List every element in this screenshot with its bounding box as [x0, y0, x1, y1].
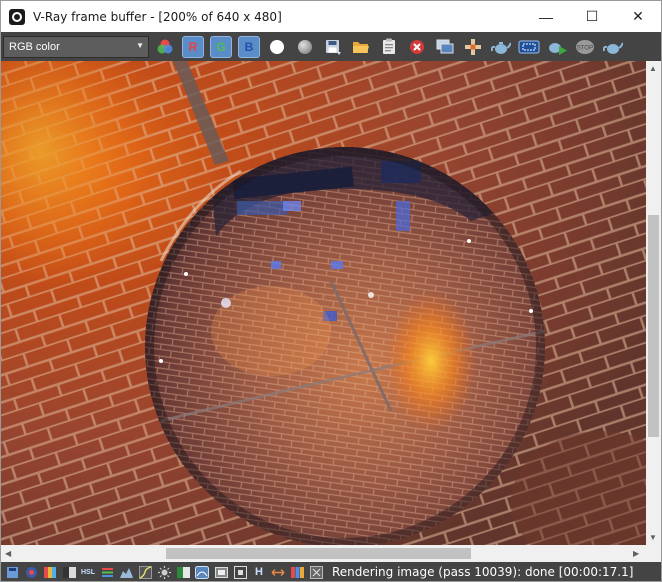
chevron-down-icon: ▼ — [136, 40, 144, 50]
open-folder-icon[interactable] — [349, 35, 373, 59]
vertical-scroll-thumb[interactable] — [648, 215, 659, 437]
clear-icon[interactable] — [405, 35, 429, 59]
render-icon[interactable] — [601, 35, 625, 59]
svg-text:STOP: STOP — [577, 45, 593, 51]
exposure-icon[interactable] — [156, 565, 172, 579]
render-viewport[interactable] — [1, 61, 646, 545]
lut-icon[interactable] — [99, 565, 115, 579]
scroll-down-icon[interactable]: ▼ — [649, 533, 657, 542]
pixel-info-icon[interactable] — [232, 565, 248, 579]
rendered-image — [1, 61, 646, 545]
hsl-icon[interactable]: HSL — [80, 565, 96, 579]
close-button[interactable]: ✕ — [615, 1, 661, 32]
stop-icon[interactable]: STOP — [573, 35, 597, 59]
region-render-icon[interactable] — [517, 35, 541, 59]
maximize-button[interactable]: ☐ — [569, 1, 615, 32]
duplicate-icon[interactable] — [433, 35, 457, 59]
blue-channel-button[interactable]: B — [237, 35, 261, 59]
green-channel-button[interactable]: G — [209, 35, 233, 59]
vray-logo-icon — [9, 8, 25, 25]
color-corrections-icon[interactable] — [42, 565, 58, 579]
scroll-up-icon[interactable]: ▲ — [649, 64, 657, 73]
toolbar: RGB color ▼ R G B STOP — [1, 32, 661, 61]
channel-value: RGB color — [9, 40, 60, 53]
scroll-corner — [646, 545, 661, 562]
status-message: Rendering image (pass 10039): done [00:0… — [332, 565, 634, 579]
horizontal-scrollbar[interactable]: ◀ ▶ — [1, 545, 646, 562]
color-wheel-icon[interactable] — [153, 35, 177, 59]
horizontal-scroll-thumb[interactable] — [166, 548, 471, 559]
tracking-icon[interactable] — [461, 35, 485, 59]
save-history-icon[interactable] — [4, 565, 20, 579]
teapot-icon[interactable] — [489, 35, 513, 59]
window-title: V-Ray frame buffer - [200% of 640 x 480] — [33, 9, 282, 24]
lens-effects-icon[interactable] — [23, 565, 39, 579]
title-bar[interactable]: V-Ray frame buffer - [200% of 640 x 480]… — [1, 1, 661, 32]
settings-icon[interactable] — [308, 565, 324, 579]
gamma-icon[interactable] — [61, 565, 77, 579]
status-bar: HSL H Rendering image (pass 10039): done… — [1, 562, 661, 581]
balance-icon[interactable] — [175, 565, 191, 579]
vfb-window: V-Ray frame buffer - [200% of 640 x 480]… — [0, 0, 662, 582]
levels-icon[interactable] — [118, 565, 134, 579]
vertical-scrollbar[interactable]: ▲ ▼ — [646, 61, 661, 545]
channel-dropdown[interactable]: RGB color ▼ — [3, 35, 149, 58]
blue-channel-label: B — [238, 35, 260, 58]
clipboard-icon[interactable] — [377, 35, 401, 59]
minimize-button[interactable]: — — [523, 1, 569, 32]
save-icon[interactable] — [321, 35, 345, 59]
scroll-left-icon[interactable]: ◀ — [5, 549, 11, 558]
curve-icon[interactable] — [137, 565, 153, 579]
scroll-right-icon[interactable]: ▶ — [633, 549, 639, 558]
mono-dot-icon[interactable] — [293, 35, 317, 59]
red-channel-label: R — [182, 35, 204, 58]
green-channel-label: G — [210, 35, 232, 58]
stereo-icon[interactable] — [270, 565, 286, 579]
h-icon[interactable]: H — [251, 565, 267, 579]
red-channel-button[interactable]: R — [181, 35, 205, 59]
rgb-icon[interactable] — [289, 565, 305, 579]
background-icon[interactable] — [194, 565, 210, 579]
ocio-icon[interactable] — [213, 565, 229, 579]
interactive-render-icon[interactable] — [545, 35, 569, 59]
white-dot-icon[interactable] — [265, 35, 289, 59]
